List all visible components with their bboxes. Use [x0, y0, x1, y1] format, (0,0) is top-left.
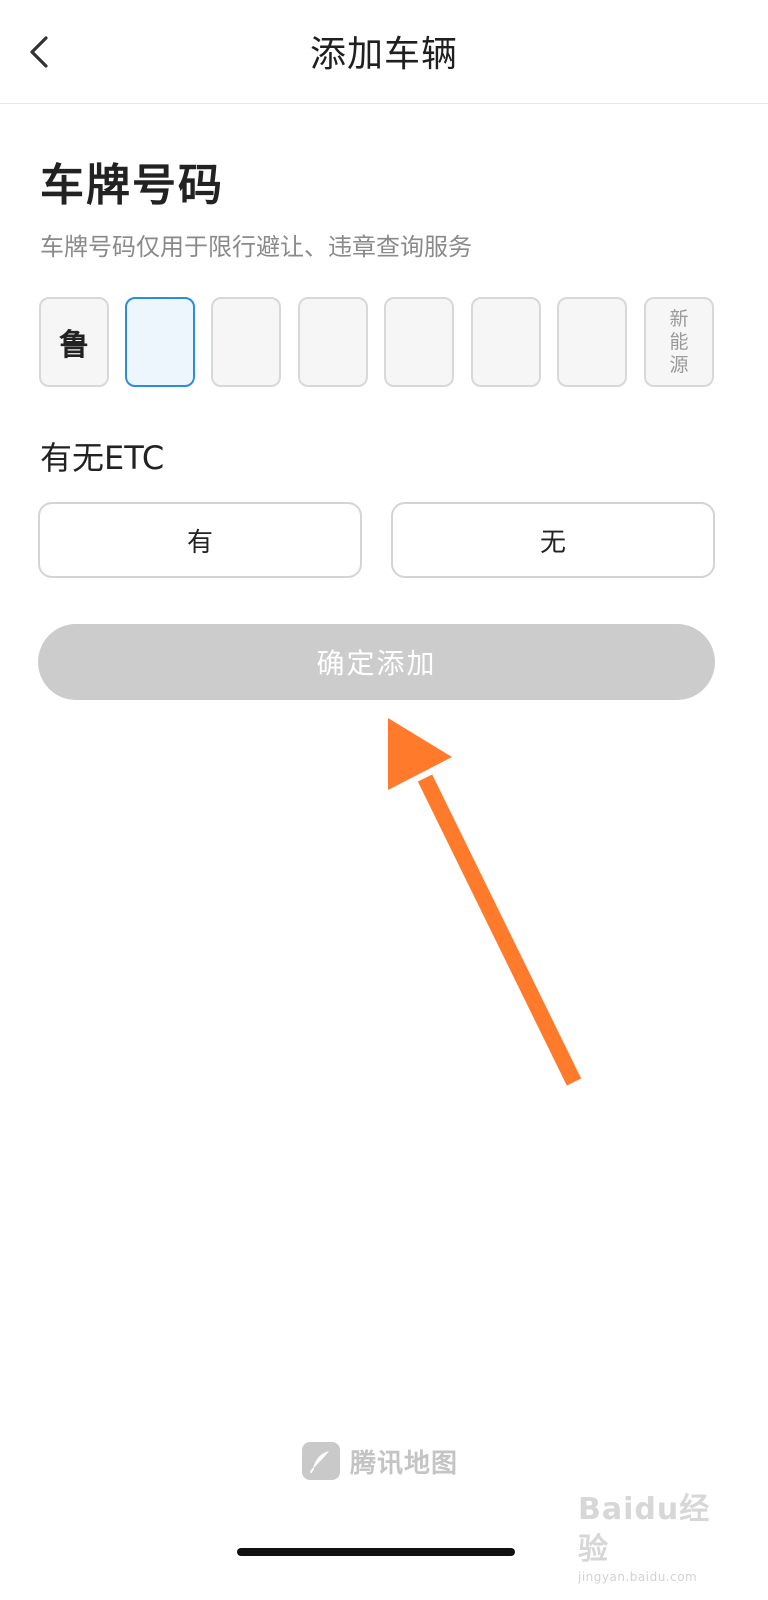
- new-energy-label-char: 源: [669, 353, 689, 376]
- tencent-map-brand: 腾讯地图: [302, 1440, 458, 1482]
- page-title: 添加车辆: [309, 34, 458, 75]
- tencent-map-logo-icon: [302, 1442, 340, 1480]
- plate-char-input-3[interactable]: [298, 297, 368, 387]
- new-energy-label-char: 新: [669, 307, 689, 330]
- plate-new-energy-slot[interactable]: 新 能 源: [644, 297, 714, 387]
- home-indicator: [237, 1548, 515, 1556]
- confirm-add-button[interactable]: 确定添加: [38, 624, 715, 700]
- plate-char-input-2[interactable]: [211, 297, 281, 387]
- plate-section-title: 车牌号码: [40, 160, 224, 211]
- plate-section-subtitle: 车牌号码仅用于限行避让、违章查询服务: [40, 233, 472, 261]
- etc-yes-button[interactable]: 有: [38, 502, 362, 578]
- new-energy-label-char: 能: [669, 330, 689, 353]
- plate-char-input-5[interactable]: [471, 297, 541, 387]
- etc-no-button[interactable]: 无: [391, 502, 715, 578]
- etc-section-title: 有无ETC: [40, 439, 165, 477]
- plate-input-row: 鲁 新 能 源: [39, 297, 729, 389]
- brand-name: 腾讯地图: [350, 1448, 459, 1479]
- watermark-sub: jingyan.baidu.com: [578, 1570, 698, 1584]
- nav-header: 添加车辆: [0, 0, 768, 104]
- plate-province-selector[interactable]: 鲁: [39, 297, 109, 387]
- baidu-jingyan-watermark: Baidu经验 jingyan.baidu.com: [578, 1490, 738, 1584]
- plate-char-input-6[interactable]: [557, 297, 627, 387]
- watermark-main: Baidu经验: [578, 1492, 711, 1567]
- plate-char-input-4[interactable]: [384, 297, 454, 387]
- plate-char-input-1[interactable]: [125, 297, 195, 387]
